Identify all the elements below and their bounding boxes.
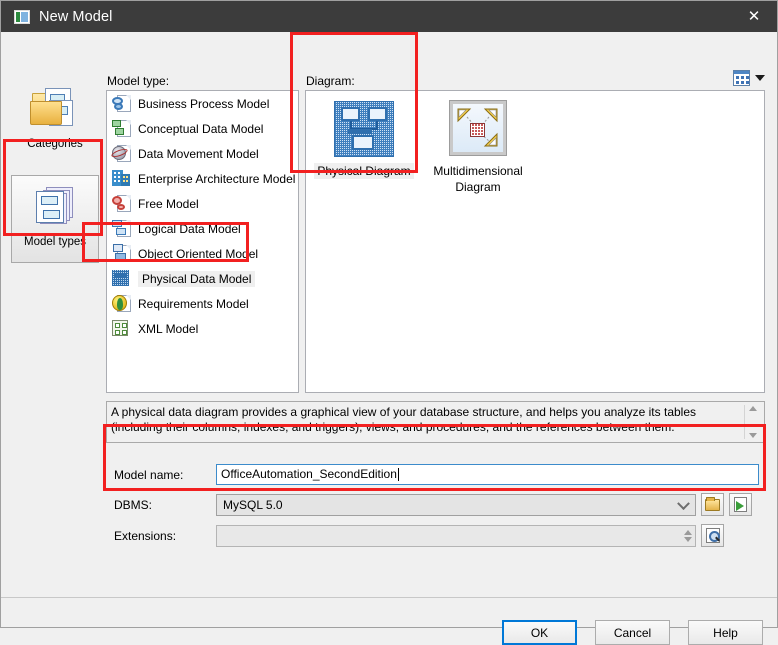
magnifier-preview-icon	[705, 528, 720, 543]
model-name-input[interactable]: OfficeAutomation_SecondEdition	[216, 464, 759, 485]
share-export-icon	[734, 497, 747, 512]
list-item-label: Data Movement Model	[138, 146, 259, 161]
categories-icon	[29, 85, 81, 133]
diagram-label: Diagram:	[306, 74, 355, 88]
dialog-button-bar: OK Cancel Help	[502, 620, 763, 645]
model-types-icon	[29, 183, 81, 231]
model-type-label: Model type:	[107, 74, 170, 88]
list-item-free-model[interactable]: Free Model	[107, 191, 298, 216]
list-item-label: XML Model	[138, 321, 199, 336]
list-item-conceptual-data-model[interactable]: Conceptual Data Model	[107, 116, 298, 141]
diagram-item-label: Physical Diagram	[314, 163, 414, 179]
list-item-business-process-model[interactable]: Business Process Model	[107, 91, 298, 116]
list-item-label: Object Oriented Model	[138, 246, 259, 261]
scroll-up-icon[interactable]	[748, 406, 757, 411]
model-name-row: Model name: OfficeAutomation_SecondEditi…	[106, 464, 766, 485]
list-item-logical-data-model[interactable]: Logical Data Model	[107, 216, 298, 241]
list-item-object-oriented-model[interactable]: Object Oriented Model	[107, 241, 298, 266]
list-item-requirements-model[interactable]: Requirements Model	[107, 291, 298, 316]
help-button[interactable]: Help	[688, 620, 763, 645]
conceptual-data-model-icon	[112, 119, 131, 138]
description-text: A physical data diagram provides a graph…	[111, 405, 696, 434]
list-item-label: Enterprise Architecture Model	[138, 171, 296, 186]
list-item-xml-model[interactable]: XML Model	[107, 316, 298, 341]
view-style-grid-icon[interactable]	[733, 70, 750, 86]
list-item-label: Physical Data Model	[138, 270, 256, 287]
dbms-value: MySQL 5.0	[223, 497, 283, 512]
data-movement-model-icon	[110, 144, 131, 163]
xml-model-icon	[112, 319, 131, 338]
chevron-down-icon[interactable]	[755, 75, 765, 81]
category-rail: Categories Model types	[11, 77, 99, 397]
cancel-button[interactable]: Cancel	[595, 620, 670, 645]
dbms-browse-button[interactable]	[701, 493, 724, 516]
title-bar: New Model ✕	[1, 1, 777, 32]
extensions-browse-button[interactable]	[701, 524, 724, 547]
object-oriented-model-icon	[112, 244, 131, 263]
enterprise-architecture-model-icon	[112, 169, 131, 188]
list-item-label: Business Process Model	[138, 96, 270, 111]
list-item-label: Conceptual Data Model	[138, 121, 264, 136]
model-name-label: Model name:	[114, 467, 184, 482]
diagram-item-physical-diagram[interactable]: Physical Diagram	[314, 101, 414, 179]
rail-item-model-types-label: Model types	[23, 236, 86, 248]
spinner-down-icon[interactable]	[684, 536, 692, 542]
physical-data-model-icon	[112, 269, 131, 288]
dialog-content: Categories Model types Model type: Diagr…	[1, 32, 777, 645]
chevron-down-icon[interactable]	[677, 496, 690, 510]
ok-button[interactable]: OK	[502, 620, 577, 645]
extensions-spinner[interactable]	[684, 529, 692, 542]
app-window-icon	[14, 9, 30, 24]
list-item-label: Free Model	[138, 196, 199, 211]
rail-item-model-types[interactable]: Model types	[11, 175, 99, 263]
dbms-select[interactable]: MySQL 5.0	[216, 493, 696, 516]
logical-data-model-icon	[112, 219, 131, 238]
spinner-up-icon[interactable]	[684, 529, 692, 535]
model-type-list[interactable]: Business Process Model Conceptual Data M…	[106, 90, 299, 393]
new-model-dialog: New Model ✕ Categories Model types Model…	[0, 0, 778, 645]
multidimensional-diagram-icon	[448, 100, 508, 159]
diagram-item-label-line2: Diagram	[455, 180, 501, 194]
dbms-label: DBMS:	[114, 497, 153, 512]
diagram-item-multidimensional-diagram[interactable]: Multidimensional Diagram	[428, 100, 528, 195]
extensions-row: Extensions:	[106, 524, 766, 547]
list-item-data-movement-model[interactable]: Data Movement Model	[107, 141, 298, 166]
list-item-label: Requirements Model	[138, 296, 249, 311]
diagram-panel[interactable]: Physical Diagram Multidimensional Diagra…	[305, 90, 765, 393]
dbms-export-button[interactable]	[729, 493, 752, 516]
window-title: New Model	[39, 8, 113, 25]
scroll-down-icon[interactable]	[748, 433, 757, 438]
footer-divider	[1, 597, 777, 598]
dbms-row: DBMS: MySQL 5.0	[106, 493, 766, 516]
extensions-label: Extensions:	[114, 528, 177, 543]
free-model-icon	[112, 194, 131, 213]
requirements-model-icon	[112, 294, 131, 313]
description-box: A physical data diagram provides a graph…	[106, 401, 765, 443]
list-item-label: Logical Data Model	[138, 221, 241, 236]
description-scrollbar[interactable]	[744, 405, 760, 439]
rail-item-categories[interactable]: Categories	[11, 77, 99, 165]
list-item-physical-data-model[interactable]: Physical Data Model	[107, 266, 298, 291]
close-icon[interactable]: ✕	[731, 1, 777, 32]
business-process-model-icon	[112, 94, 131, 113]
physical-diagram-icon	[334, 101, 394, 159]
extensions-input[interactable]	[216, 524, 696, 547]
model-name-value: OfficeAutomation_SecondEdition	[221, 467, 397, 481]
rail-item-categories-label: Categories	[27, 138, 83, 150]
folder-open-icon	[705, 496, 720, 511]
diagram-item-label-line1: Multidimensional	[433, 164, 523, 178]
view-style-toggle[interactable]	[733, 70, 765, 86]
list-item-enterprise-architecture-model[interactable]: Enterprise Architecture Model	[107, 166, 298, 191]
